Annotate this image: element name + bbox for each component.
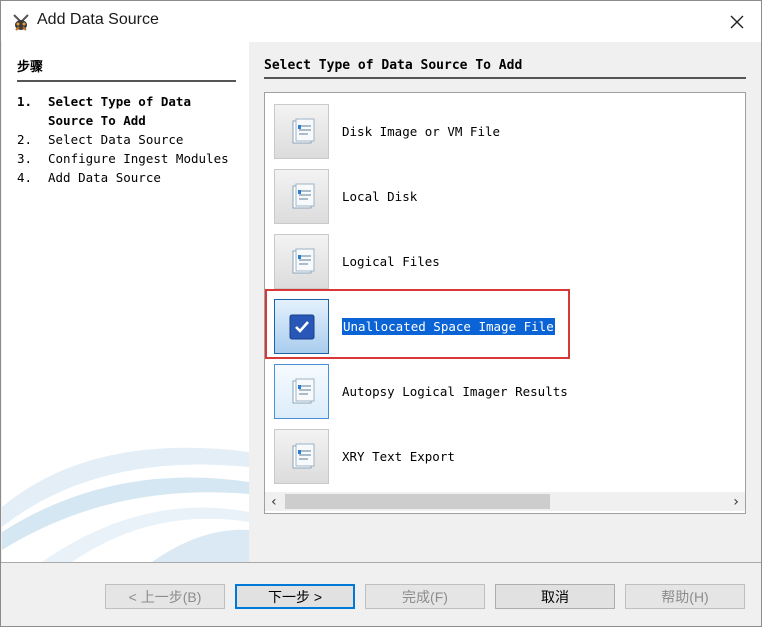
step-number: 1. [17,94,33,109]
step-label: Configure Ingest Modules [48,151,229,166]
document-stack-icon [274,234,329,289]
step-item: 4. Add Data Source [17,168,242,187]
next-button[interactable]: 下一步 > [235,584,355,609]
option-label: Autopsy Logical Imager Results [342,384,568,399]
steps-panel: 步骤 1. Select Type of Data Source To Add … [2,42,249,562]
data-source-option-local-disk[interactable]: Local Disk [274,168,734,225]
option-label: Disk Image or VM File [342,124,501,139]
option-label: Unallocated Space Image File [342,318,555,335]
document-stack-icon [274,169,329,224]
horizontal-scrollbar[interactable]: ‹ › [265,492,745,511]
checkmark-icon [274,299,329,354]
step-item: 3. Configure Ingest Modules [17,149,242,168]
close-icon [730,15,744,29]
finish-button[interactable]: 完成(F) [365,584,485,609]
option-label: Local Disk [342,189,418,204]
document-stack-icon [274,364,329,419]
option-label: XRY Text Export [342,449,455,464]
step-item: 2. Select Data Source [17,130,242,149]
scroll-left-arrow-icon[interactable]: ‹ [265,492,283,511]
document-stack-icon [274,429,329,484]
data-source-option-unallocated-space[interactable]: Unallocated Space Image File [274,298,734,355]
help-button[interactable]: 帮助(H) [625,584,745,609]
scrollbar-thumb[interactable] [285,494,550,509]
decorative-swoosh [2,447,249,562]
step-number: 2. [17,132,33,147]
close-button[interactable] [717,7,757,37]
cancel-button[interactable]: 取消 [495,584,615,609]
steps-header: 步骤 [17,56,236,82]
document-stack-icon [274,104,329,159]
button-bar: < 上一步(B) 下一步 > 完成(F) 取消 帮助(H) [1,563,761,626]
option-label: Logical Files [342,254,440,269]
step-item: 1. Select Type of Data Source To Add [17,92,242,130]
step-number: 3. [17,151,33,166]
panel-header: Select Type of Data Source To Add [264,58,746,79]
window-title: Add Data Source [37,11,159,28]
data-source-option-logical-imager[interactable]: Autopsy Logical Imager Results [274,363,734,420]
main-panel: Select Type of Data Source To Add Disk I… [249,42,761,562]
data-source-option-xry-text-export[interactable]: XRY Text Export [274,428,734,485]
step-label: Add Data Source [48,170,161,185]
data-source-type-list: Disk Image or VM File Local Disk Logical… [264,92,746,514]
autopsy-app-icon [11,12,31,32]
step-number: 4. [17,170,33,185]
data-source-option-disk-image[interactable]: Disk Image or VM File [274,103,734,160]
title-bar: Add Data Source [1,1,761,42]
back-button[interactable]: < 上一步(B) [105,584,225,609]
scroll-right-arrow-icon[interactable]: › [727,492,745,511]
add-data-source-dialog: Add Data Source 步骤 1. Select Type of Dat… [0,0,762,627]
step-label: Select Data Source [48,132,184,147]
step-list: 1. Select Type of Data Source To Add 2. … [17,92,242,187]
data-source-option-logical-files[interactable]: Logical Files [274,233,734,290]
step-label: Select Type of Data Source To Add [48,94,191,128]
